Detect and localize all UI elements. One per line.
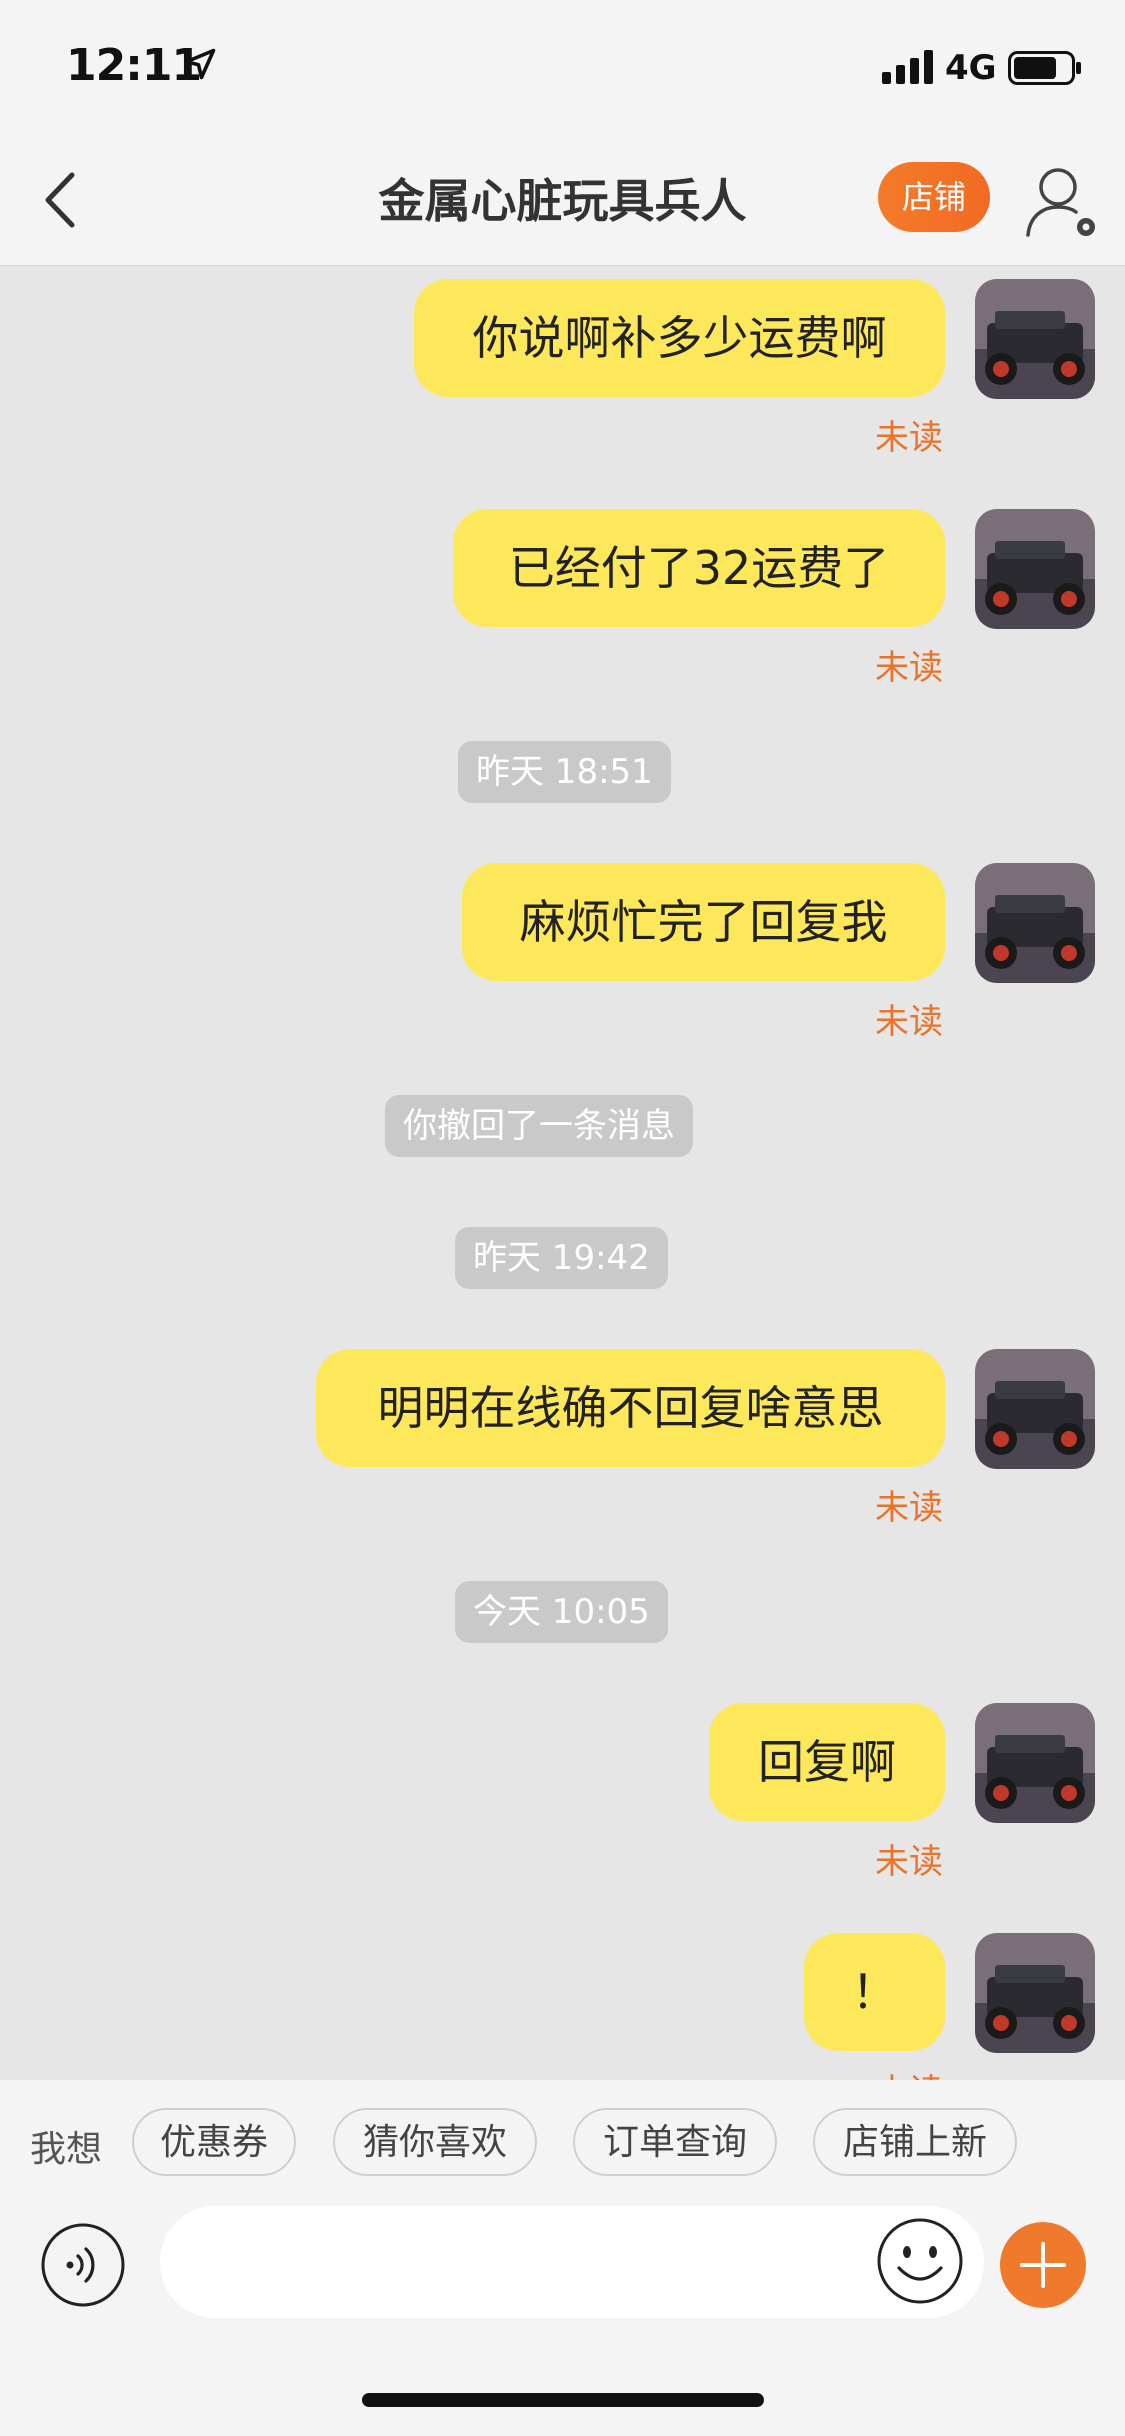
plus-button[interactable] xyxy=(1000,2222,1086,2308)
message-bubble[interactable]: 麻烦忙完了回复我 xyxy=(462,863,945,981)
chip-shop-new[interactable]: 店铺上新 xyxy=(813,2108,1017,2176)
avatar[interactable] xyxy=(975,1703,1095,1823)
unread-label: 未读 xyxy=(875,418,943,458)
back-chevron-icon[interactable] xyxy=(36,165,86,235)
location-arrow-icon xyxy=(184,48,216,80)
unread-label: 未读 xyxy=(875,1488,943,1528)
status-time: 12:11 xyxy=(66,40,202,91)
timestamp: 昨天 18:51 xyxy=(458,741,671,803)
message-bubble[interactable]: 你说啊补多少运费啊 xyxy=(414,279,945,397)
message-bubble[interactable]: 回复啊 xyxy=(709,1703,945,1821)
unread-label: 未读 xyxy=(875,1842,943,1882)
message-input[interactable] xyxy=(160,2206,984,2318)
timestamp: 今天 10:05 xyxy=(455,1581,668,1643)
shop-button[interactable]: 店铺 xyxy=(878,162,990,232)
message-bubble[interactable]: 明明在线确不回复啥意思 xyxy=(316,1349,945,1467)
chip-guess-you-like[interactable]: 猜你喜欢 xyxy=(333,2108,537,2176)
signal-icon xyxy=(882,50,933,84)
message-bubble[interactable]: 已经付了32运费了 xyxy=(453,509,945,627)
battery-icon xyxy=(1008,51,1081,85)
unread-label: 未读 xyxy=(875,1002,943,1042)
nav-bar: 金属心脏玩具兵人 店铺 xyxy=(0,135,1125,266)
avatar[interactable] xyxy=(975,279,1095,399)
unread-label: 未读 xyxy=(875,2064,943,2080)
avatar[interactable] xyxy=(975,1349,1095,1469)
quick-actions-label: 我想 xyxy=(30,2129,103,2170)
recall-notice: 你撤回了一条消息 xyxy=(385,1095,693,1157)
message-list[interactable]: 你说啊补多少运费啊 未读 已经付了32运费了 未读 昨天 18:51 麻烦忙完了… xyxy=(0,265,1125,2080)
emoji-icon[interactable] xyxy=(875,2216,965,2306)
user-settings-icon[interactable] xyxy=(1018,155,1108,245)
avatar[interactable] xyxy=(975,509,1095,629)
message-bubble[interactable]: ！ xyxy=(804,1933,945,2051)
chip-order-query[interactable]: 订单查询 xyxy=(573,2108,777,2176)
avatar[interactable] xyxy=(975,863,1095,983)
chip-coupon[interactable]: 优惠券 xyxy=(132,2108,296,2176)
unread-label: 未读 xyxy=(875,648,943,688)
quick-actions-bar: 我想 优惠券 猜你喜欢 订单查询 店铺上新 xyxy=(0,2080,1125,2190)
status-bar: 12:11 4G xyxy=(0,0,1125,135)
voice-icon[interactable] xyxy=(40,2222,126,2308)
avatar[interactable] xyxy=(975,1933,1095,2053)
plus-icon xyxy=(1020,2242,1066,2288)
network-type: 4G xyxy=(945,48,997,88)
page-title: 金属心脏玩具兵人 xyxy=(378,174,747,228)
home-indicator[interactable] xyxy=(362,2393,764,2407)
timestamp: 昨天 19:42 xyxy=(455,1227,668,1289)
